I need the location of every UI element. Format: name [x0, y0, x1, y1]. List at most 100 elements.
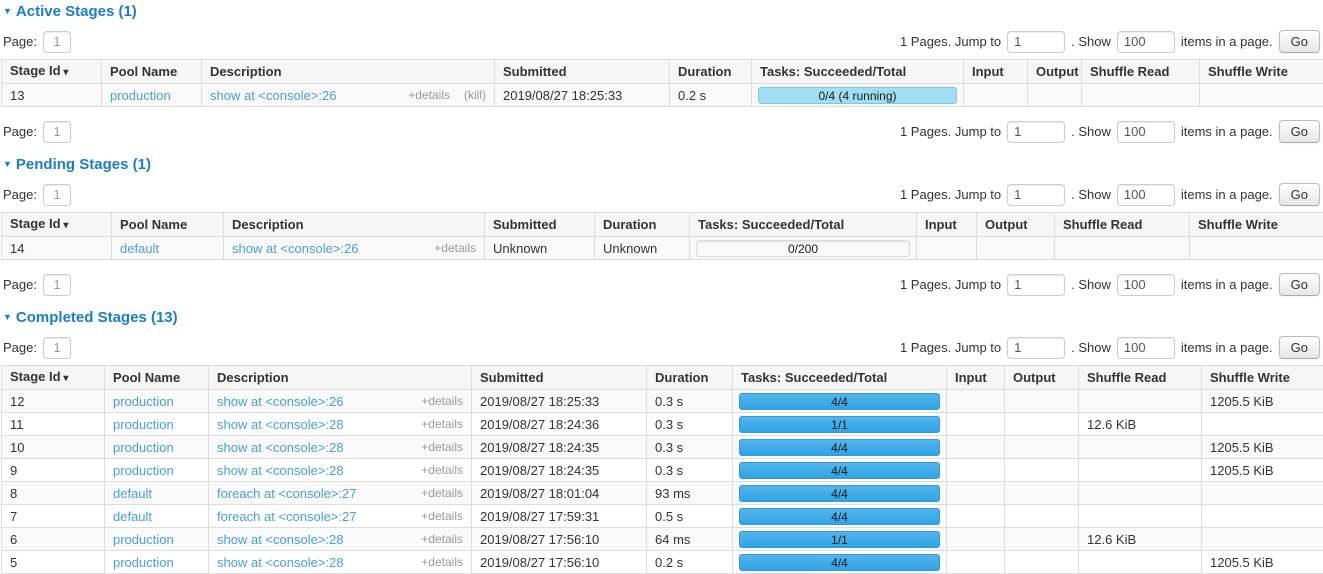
details-toggle[interactable]: +details	[421, 486, 463, 500]
shuffle-read-cell	[1079, 505, 1202, 528]
col-header-stage-id[interactable]: Stage Id ▾	[2, 366, 105, 390]
submitted-cell: 2019/08/27 18:25:33	[472, 390, 647, 413]
col-header-shuffle-write[interactable]: Shuffle Write	[1190, 213, 1323, 237]
kill-link[interactable]: (kill)	[464, 88, 486, 102]
go-button[interactable]: Go	[1279, 30, 1320, 53]
col-header-input[interactable]: Input	[917, 213, 977, 237]
pool-name-link[interactable]: default	[120, 241, 159, 256]
pool-name-link[interactable]: production	[113, 463, 174, 478]
col-header-output[interactable]: Output	[1028, 60, 1082, 84]
col-header-description[interactable]: Description	[202, 60, 495, 84]
show-count-input[interactable]	[1117, 337, 1175, 359]
show-count-input[interactable]	[1117, 274, 1175, 296]
stage-id-cell: 9	[2, 459, 105, 482]
details-toggle[interactable]: +details	[421, 440, 463, 454]
col-header-submitted[interactable]: Submitted	[485, 213, 595, 237]
show-count-input[interactable]	[1117, 31, 1175, 53]
shuffle-read-cell: 12.6 KiB	[1079, 413, 1202, 436]
jump-to-input[interactable]	[1007, 121, 1065, 143]
col-header-shuffle-read[interactable]: Shuffle Read	[1055, 213, 1190, 237]
stage-description-link[interactable]: show at <console>:28	[217, 532, 343, 547]
col-header-tasks-succeeded-total[interactable]: Tasks: Succeeded/Total	[733, 366, 947, 390]
page-number-input[interactable]	[43, 121, 71, 143]
pool-name-link[interactable]: production	[113, 440, 174, 455]
col-header-pool-name[interactable]: Pool Name	[102, 60, 202, 84]
tasks-progress-bar: 1/1	[739, 416, 940, 433]
stage-description-link[interactable]: foreach at <console>:27	[217, 486, 357, 501]
details-toggle[interactable]: +details	[408, 88, 450, 102]
pool-name-link[interactable]: production	[113, 532, 174, 547]
page-number-input[interactable]	[43, 274, 71, 296]
col-header-duration[interactable]: Duration	[670, 60, 752, 84]
items-per-page-text: items in a page.	[1181, 277, 1273, 292]
shuffle-write-cell: 1205.5 KiB	[1202, 459, 1323, 482]
col-header-shuffle-read[interactable]: Shuffle Read	[1079, 366, 1202, 390]
stage-description-link[interactable]: foreach at <console>:27	[217, 509, 357, 524]
col-header-tasks-succeeded-total[interactable]: Tasks: Succeeded/Total	[752, 60, 964, 84]
stage-row: 14defaultshow at <console>:26+detailsUnk…	[2, 237, 1323, 260]
show-count-input[interactable]	[1117, 121, 1175, 143]
col-header-pool-name[interactable]: Pool Name	[105, 366, 209, 390]
col-header-stage-id[interactable]: Stage Id ▾	[2, 60, 102, 84]
pool-name-link[interactable]: default	[113, 509, 152, 524]
go-button[interactable]: Go	[1279, 120, 1320, 143]
page-number-input[interactable]	[43, 337, 71, 359]
active-stages-header[interactable]: ▼Active Stages (1)	[3, 3, 1320, 20]
stage-description-link[interactable]: show at <console>:26	[210, 88, 336, 103]
pool-name-link[interactable]: default	[113, 486, 152, 501]
page-number-input[interactable]	[43, 184, 71, 206]
col-header-pool-name[interactable]: Pool Name	[112, 213, 224, 237]
stage-description-link[interactable]: show at <console>:28	[217, 555, 343, 570]
stage-description-link[interactable]: show at <console>:28	[217, 440, 343, 455]
go-button[interactable]: Go	[1279, 273, 1320, 296]
details-toggle[interactable]: +details	[421, 417, 463, 431]
col-header-shuffle-write[interactable]: Shuffle Write	[1202, 366, 1323, 390]
pool-name-link[interactable]: production	[113, 417, 174, 432]
col-header-output[interactable]: Output	[1005, 366, 1079, 390]
col-header-description[interactable]: Description	[209, 366, 472, 390]
tasks-progress-bar: 0/4 (4 running)	[758, 87, 957, 104]
col-header-input[interactable]: Input	[947, 366, 1005, 390]
details-toggle[interactable]: +details	[421, 532, 463, 546]
pending-stages-header[interactable]: ▼Pending Stages (1)	[3, 156, 1320, 173]
col-header-input[interactable]: Input	[964, 60, 1028, 84]
stage-id-cell: 7	[2, 505, 105, 528]
jump-to-input[interactable]	[1007, 184, 1065, 206]
col-header-duration[interactable]: Duration	[647, 366, 733, 390]
submitted-cell: 2019/08/27 17:56:10	[472, 528, 647, 551]
details-toggle[interactable]: +details	[434, 241, 476, 255]
jump-to-input[interactable]	[1007, 31, 1065, 53]
go-button[interactable]: Go	[1279, 183, 1320, 206]
pool-name-link[interactable]: production	[110, 88, 171, 103]
jump-to-input[interactable]	[1007, 337, 1065, 359]
stage-description-link[interactable]: show at <console>:28	[217, 417, 343, 432]
pool-name-cell: production	[105, 551, 209, 574]
stage-description-link[interactable]: show at <console>:26	[217, 394, 343, 409]
col-header-duration[interactable]: Duration	[595, 213, 690, 237]
col-header-stage-id[interactable]: Stage Id ▾	[2, 213, 112, 237]
col-header-description[interactable]: Description	[224, 213, 485, 237]
stage-description-link[interactable]: show at <console>:28	[217, 463, 343, 478]
details-toggle[interactable]: +details	[421, 463, 463, 477]
pending-stages-table: Stage Id ▾Pool NameDescriptionSubmittedD…	[1, 212, 1323, 260]
output-cell	[1005, 528, 1079, 551]
details-toggle[interactable]: +details	[421, 394, 463, 408]
details-toggle[interactable]: +details	[421, 509, 463, 523]
col-header-submitted[interactable]: Submitted	[495, 60, 670, 84]
col-header-shuffle-read[interactable]: Shuffle Read	[1082, 60, 1200, 84]
shuffle-read-cell	[1079, 436, 1202, 459]
details-toggle[interactable]: +details	[421, 555, 463, 569]
col-header-tasks-succeeded-total[interactable]: Tasks: Succeeded/Total	[690, 213, 917, 237]
col-header-submitted[interactable]: Submitted	[472, 366, 647, 390]
pool-name-link[interactable]: production	[113, 394, 174, 409]
show-count-input[interactable]	[1117, 184, 1175, 206]
col-header-shuffle-write[interactable]: Shuffle Write	[1200, 60, 1323, 84]
duration-cell: 0.3 s	[647, 459, 733, 482]
pool-name-link[interactable]: production	[113, 555, 174, 570]
go-button[interactable]: Go	[1279, 336, 1320, 359]
stage-description-link[interactable]: show at <console>:26	[232, 241, 358, 256]
jump-to-input[interactable]	[1007, 274, 1065, 296]
page-number-input[interactable]	[43, 31, 71, 53]
completed-stages-header[interactable]: ▼Completed Stages (13)	[3, 309, 1320, 326]
col-header-output[interactable]: Output	[977, 213, 1055, 237]
